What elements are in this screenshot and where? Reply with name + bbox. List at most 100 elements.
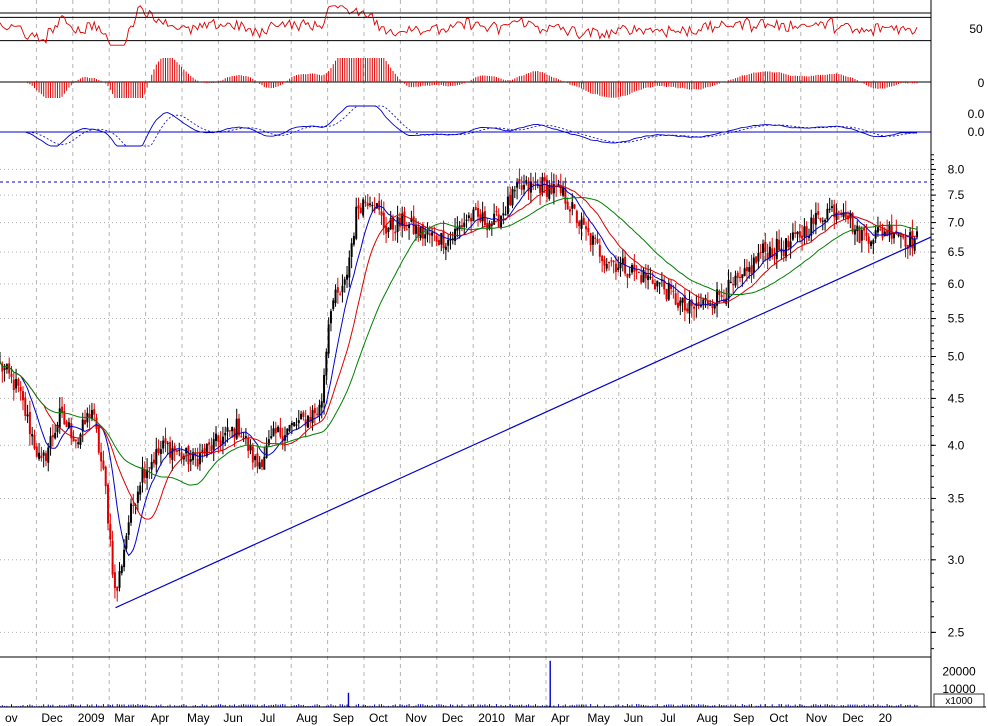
month-label: Nov xyxy=(806,711,827,725)
candle-body xyxy=(84,420,87,425)
macd-line xyxy=(0,105,918,147)
candle-body xyxy=(578,221,581,227)
candle-body xyxy=(130,503,132,523)
candle-body xyxy=(681,297,684,303)
candle-body xyxy=(100,452,103,462)
candle-body xyxy=(293,422,296,427)
candle-body xyxy=(323,374,326,403)
candle-body xyxy=(796,231,799,235)
candle-body xyxy=(741,274,744,278)
y-axis: 8.0 7.5 7.0 6.5 6.0 5.5 5.0 4.5 4.0 3.5 3.0 2.5 50 0 0… xyxy=(931,22,985,708)
candle-body xyxy=(125,535,128,549)
candle-body xyxy=(221,436,224,444)
candle-body xyxy=(467,215,470,219)
month-label: Aug xyxy=(697,711,718,725)
candle-body xyxy=(824,219,827,222)
candle-body xyxy=(403,211,406,229)
candle-body xyxy=(444,246,447,250)
candle-body xyxy=(474,207,477,211)
candle-body xyxy=(637,271,640,273)
candle-body xyxy=(775,238,778,259)
candle-body xyxy=(817,211,820,215)
candle-body xyxy=(428,233,431,236)
candle-body xyxy=(667,282,670,300)
month-label: Jun xyxy=(223,711,242,725)
candle-body xyxy=(580,219,583,230)
candle-body xyxy=(74,439,77,442)
candle-body xyxy=(828,208,831,210)
candle-body xyxy=(435,235,438,242)
candle-body xyxy=(736,272,739,278)
candle-body xyxy=(819,217,822,221)
candle-body xyxy=(247,438,250,451)
price-tick-label: 6.0 xyxy=(948,277,965,291)
candle-body xyxy=(49,436,52,448)
candle-body xyxy=(656,280,659,287)
candle-body xyxy=(575,210,578,224)
candle-body xyxy=(132,504,135,506)
candle-body xyxy=(24,397,27,416)
candle-body xyxy=(856,225,859,232)
candle-body xyxy=(17,379,20,386)
month-label: 2010 xyxy=(478,711,505,725)
month-label: Dec xyxy=(442,711,463,725)
candle-body xyxy=(909,232,912,247)
candle-body xyxy=(734,275,737,286)
candle-body xyxy=(398,217,401,227)
candle-body xyxy=(649,276,652,279)
month-label: Mar xyxy=(515,711,536,725)
month-label: Apr xyxy=(151,711,170,725)
x-axis: ov Dec 2009 Mar Apr May Jun Jul Aug Sep Oct Nov Dec 2… xyxy=(5,711,892,725)
candle-body xyxy=(109,523,112,540)
candle-body xyxy=(378,200,381,210)
candle-body xyxy=(591,235,594,245)
histogram-tick-label: 0 xyxy=(978,76,985,90)
candle-body xyxy=(95,417,98,430)
candle-body xyxy=(803,226,806,237)
candle-body xyxy=(778,239,781,251)
month-label: Apr xyxy=(551,711,570,725)
candle-body xyxy=(313,408,316,414)
candle-body xyxy=(93,409,96,415)
candle-body xyxy=(210,445,213,452)
candle-body xyxy=(31,433,34,437)
candle-body xyxy=(532,184,535,186)
candle-body xyxy=(523,185,525,190)
candle-body xyxy=(814,212,817,225)
candle-body xyxy=(251,446,254,463)
candle-body xyxy=(318,404,321,416)
candle-body xyxy=(693,306,696,309)
candle-body xyxy=(759,251,762,253)
candle-body xyxy=(791,232,794,240)
month-label: ov xyxy=(5,711,18,725)
candle-body xyxy=(801,235,804,239)
candle-body xyxy=(589,233,592,246)
month-label: Jul xyxy=(660,711,675,725)
month-label: Mar xyxy=(114,711,135,725)
candle-body xyxy=(798,231,801,238)
candle-body xyxy=(414,225,417,234)
candle-body xyxy=(235,418,238,439)
oscillator-panel xyxy=(0,5,931,46)
candle-body xyxy=(594,237,597,239)
candle-body xyxy=(336,287,339,293)
candle-body xyxy=(506,196,509,214)
candle-body xyxy=(320,401,323,408)
candle-body xyxy=(472,209,475,222)
oscillator-line xyxy=(0,5,918,46)
candle-body xyxy=(297,420,300,424)
candle-body xyxy=(47,447,50,463)
candle-body xyxy=(603,259,606,266)
price-tick-label: 7.5 xyxy=(948,188,965,202)
candle-body xyxy=(35,446,38,457)
candle-body xyxy=(350,243,353,257)
candle-body xyxy=(463,222,466,228)
grid xyxy=(0,0,931,707)
candle-body xyxy=(334,289,337,304)
candle-body xyxy=(520,185,523,190)
candle-body xyxy=(812,218,815,224)
month-label: May xyxy=(187,711,210,725)
candle-body xyxy=(102,460,105,469)
candle-body xyxy=(28,412,31,435)
candle-body xyxy=(270,436,273,439)
